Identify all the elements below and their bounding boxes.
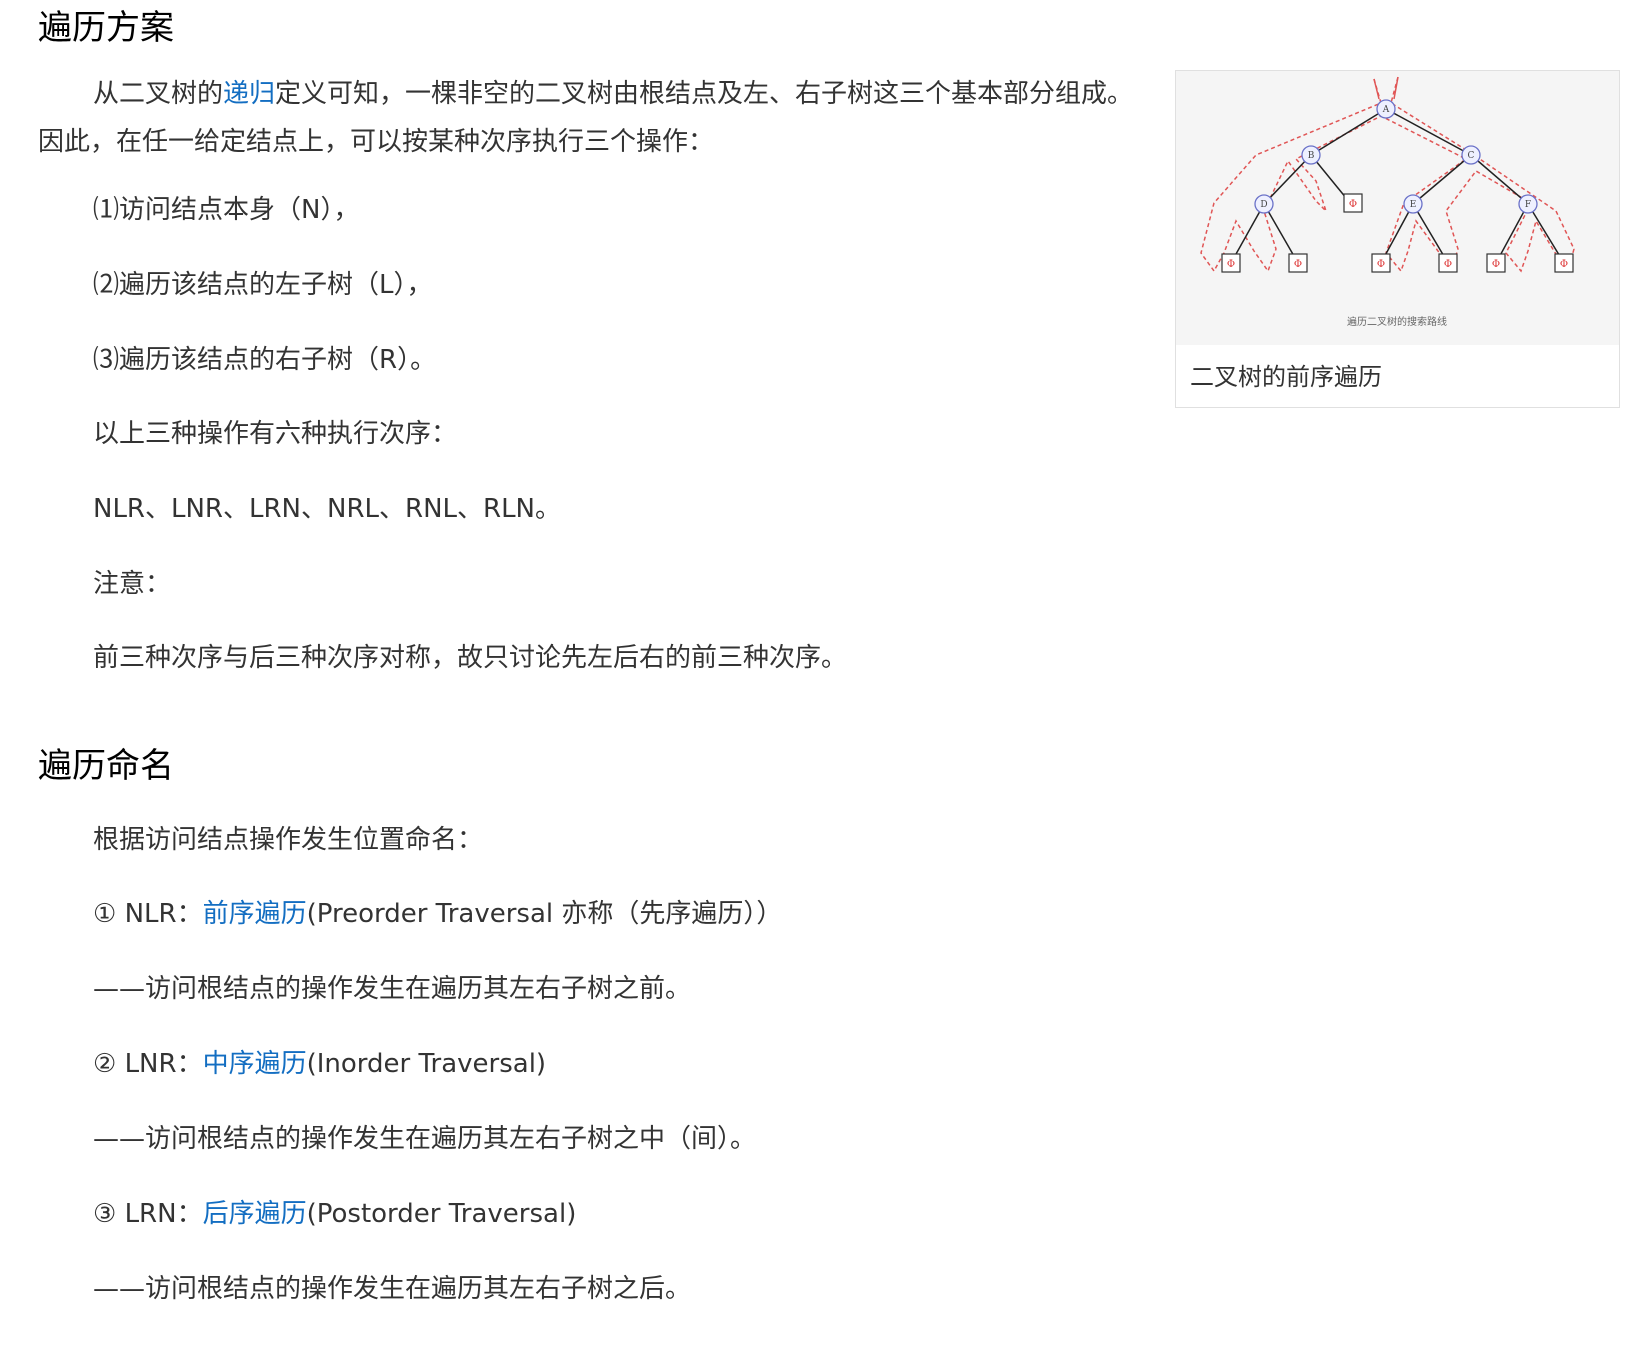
tree-figure[interactable]: A B C D E F Φ Φ Φ Φ Φ Φ Φ 遍历二叉树的搜索路线 二叉树… bbox=[1175, 70, 1620, 408]
node-label-f: F bbox=[1525, 200, 1531, 210]
entry-suffix: (Preorder Traversal 亦称（先序遍历）） bbox=[306, 899, 783, 929]
naming-intro: 根据访问结点操作发生位置命名： bbox=[93, 825, 484, 855]
note-label: 注意： bbox=[93, 569, 172, 599]
leaf-symbol: Φ bbox=[1377, 259, 1385, 270]
entry-prefix: ② LNR： bbox=[93, 1049, 203, 1079]
operation-item-3: ⑶遍历该结点的右子树（R）。 bbox=[93, 345, 437, 375]
entry-inorder: ② LNR：中序遍历(Inorder Traversal) bbox=[93, 1040, 546, 1088]
recursion-link[interactable]: 递归 bbox=[223, 79, 275, 109]
entry-preorder: ① NLR：前序遍历(Preorder Traversal 亦称（先序遍历）） bbox=[93, 890, 782, 938]
node-label-b: B bbox=[1308, 151, 1315, 161]
leaf-symbol: Φ bbox=[1492, 259, 1500, 270]
node-label-e: E bbox=[1410, 200, 1417, 210]
node-label-a: A bbox=[1382, 105, 1390, 115]
section-title-traversal-scheme: 遍历方案 bbox=[38, 8, 174, 48]
section-title-traversal-naming: 遍历命名 bbox=[38, 746, 174, 786]
postorder-link[interactable]: 后序遍历 bbox=[203, 1199, 307, 1229]
intro-text-before: 从二叉树的 bbox=[93, 79, 224, 109]
node-label-c: C bbox=[1468, 151, 1475, 161]
inorder-link[interactable]: 中序遍历 bbox=[203, 1049, 307, 1079]
binary-tree-diagram: A B C D E F Φ Φ Φ Φ Φ Φ Φ 遍历二叉树的搜索路线 bbox=[1200, 76, 1575, 328]
operation-item-1: ⑴访问结点本身（N）， bbox=[93, 195, 360, 225]
leaf-symbol: Φ bbox=[1349, 199, 1357, 210]
preorder-link[interactable]: 前序遍历 bbox=[203, 899, 307, 929]
note-text: 前三种次序与后三种次序对称，故只讨论先左后右的前三种次序。 bbox=[93, 643, 848, 673]
entry-suffix: (Postorder Traversal) bbox=[306, 1199, 577, 1229]
leaf-symbol: Φ bbox=[1444, 259, 1452, 270]
entry-suffix: (Inorder Traversal) bbox=[306, 1049, 547, 1079]
leaf-symbol: Φ bbox=[1560, 259, 1568, 270]
operation-item-2: ⑵遍历该结点的左子树（L）， bbox=[93, 270, 433, 300]
entry-inorder-desc: ——访问根结点的操作发生在遍历其左右子树之中（间）。 bbox=[93, 1124, 757, 1154]
entry-prefix: ③ LRN： bbox=[93, 1199, 203, 1229]
leaf-symbol: Φ bbox=[1227, 259, 1235, 270]
orders-list: NLR、LNR、LRN、NRL、RNL、RLN。 bbox=[93, 494, 562, 524]
tree-image[interactable]: A B C D E F Φ Φ Φ Φ Φ Φ Φ 遍历二叉树的搜索路线 bbox=[1176, 71, 1619, 345]
six-orders-line: 以上三种操作有六种执行次序： bbox=[93, 419, 458, 449]
intro-paragraph: 从二叉树的递归定义可知，一棵非空的二叉树由根结点及左、右子树这三个基本部分组成。… bbox=[38, 70, 1158, 166]
entry-preorder-desc: ——访问根结点的操作发生在遍历其左右子树之前。 bbox=[93, 974, 692, 1004]
entry-postorder-desc: ——访问根结点的操作发生在遍历其左右子树之后。 bbox=[93, 1274, 692, 1304]
leaf-symbol: Φ bbox=[1294, 259, 1302, 270]
figure-image-title: 遍历二叉树的搜索路线 bbox=[1347, 315, 1447, 328]
entry-postorder: ③ LRN：后序遍历(Postorder Traversal) bbox=[93, 1190, 576, 1238]
figure-caption: 二叉树的前序遍历 bbox=[1190, 363, 1382, 391]
entry-prefix: ① NLR： bbox=[93, 899, 203, 929]
node-label-d: D bbox=[1260, 200, 1267, 210]
